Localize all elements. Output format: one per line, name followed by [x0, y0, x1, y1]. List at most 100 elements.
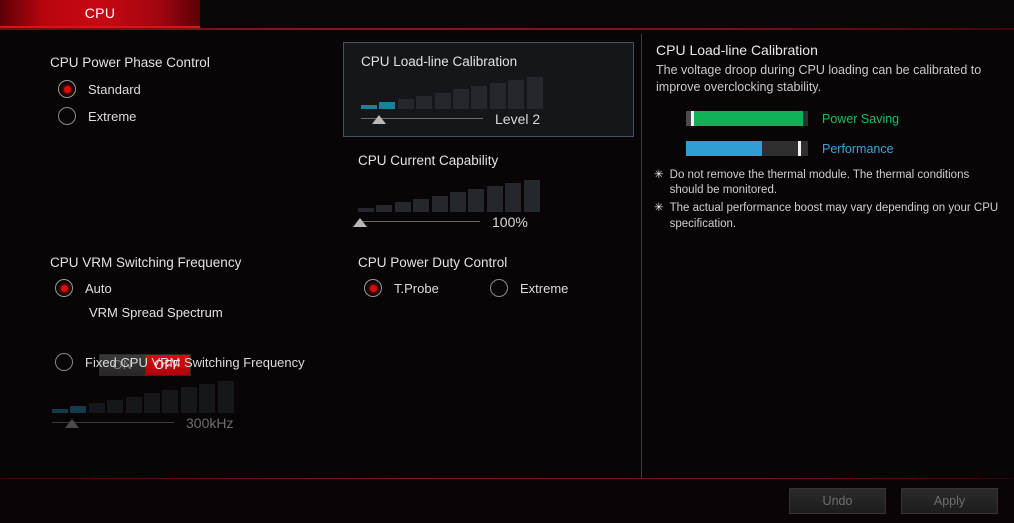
meter-row-performance: Performance [686, 141, 894, 156]
meter-performance-fill [686, 141, 762, 156]
slider-segment [413, 198, 430, 212]
slider-segment [505, 183, 522, 212]
radio-power-phase-standard[interactable]: Standard [58, 80, 141, 98]
radio-standard-label: Standard [88, 81, 141, 97]
radio-standard-indicator [58, 80, 76, 98]
meter-performance [686, 141, 808, 156]
slider-segment [508, 80, 525, 109]
current-capability-thumb[interactable] [353, 218, 368, 227]
slider-segment [431, 195, 448, 212]
slider-segment [468, 189, 485, 212]
slider-segment [450, 192, 466, 212]
load-line-title: CPU Load-line Calibration [361, 54, 518, 69]
spread-spectrum-label: VRM Spread Spectrum [89, 305, 223, 320]
help-note-text: The actual performance boost may vary de… [669, 202, 999, 230]
radio-duty-extreme-indicator [490, 279, 508, 297]
fixed-frequency-slider[interactable]: 300kHz [52, 379, 244, 433]
help-note: ✳ Do not remove the thermal module. The … [654, 168, 1006, 198]
fixed-frequency-track-row: 300kHz [52, 413, 244, 433]
slider-segment [434, 92, 451, 109]
current-capability-title: CPU Current Capability [358, 153, 499, 168]
meter-power-saving-label: Power Saving [822, 111, 900, 126]
slider-segment [397, 98, 414, 109]
slider-segment [70, 405, 87, 413]
fixed-frequency-track[interactable] [52, 414, 174, 432]
slider-segment [471, 86, 488, 109]
help-panel: CPU Load-line Calibration The voltage dr… [642, 30, 1014, 478]
help-notes: ✳ Do not remove the thermal module. The … [654, 168, 1006, 235]
slider-segment [526, 77, 543, 109]
bios-cpu-page: CPU CPU Power Phase Control Standard Ext… [0, 0, 1014, 523]
fixed-frequency-thumb[interactable] [64, 419, 79, 428]
vrm-frequency-title: CPU VRM Switching Frequency [50, 255, 242, 270]
slider-segment [394, 201, 411, 212]
load-line-value: Level 2 [495, 111, 541, 127]
current-capability-value: 100% [492, 214, 528, 230]
help-description: The voltage droop during CPU loading can… [656, 63, 982, 94]
radio-power-phase-extreme[interactable]: Extreme [58, 107, 136, 125]
slider-segment [416, 95, 433, 109]
content-area: CPU Power Phase Control Standard Extreme… [0, 30, 1014, 478]
apply-button[interactable]: Apply [901, 488, 998, 514]
help-note: ✳ The actual performance boost may vary … [654, 201, 1006, 231]
tab-bar: CPU [0, 0, 1014, 30]
apply-button-label: Apply [933, 494, 966, 508]
left-column: CPU Power Phase Control Standard Extreme… [0, 30, 340, 478]
radio-fixed-indicator [55, 353, 73, 371]
load-line-slider[interactable]: Level 2 [361, 75, 553, 129]
slider-segment [376, 204, 393, 212]
tab-cpu[interactable]: CPU [0, 0, 200, 28]
radio-duty-tprobe[interactable]: T.Probe [364, 279, 439, 297]
slider-segment [453, 89, 469, 109]
radio-extreme-indicator [58, 107, 76, 125]
footer-divider [0, 478, 1014, 479]
asterisk-icon: ✳ [654, 169, 664, 181]
meter-performance-label: Performance [822, 141, 894, 156]
slider-segment [199, 384, 216, 413]
radio-vrm-fixed[interactable]: Fixed CPU VRM Switching Frequency [55, 353, 305, 371]
slider-segment [489, 83, 506, 109]
current-capability-bars [358, 178, 550, 212]
slider-segment [125, 396, 142, 413]
radio-auto-label: Auto [85, 280, 112, 296]
meter-performance-marker [798, 141, 802, 156]
fixed-frequency-value: 300kHz [186, 415, 234, 431]
power-phase-title: CPU Power Phase Control [50, 55, 210, 70]
middle-column: CPU Load-line Calibration Level 2 CPU Cu… [340, 30, 640, 478]
slider-segment [88, 402, 105, 413]
slider-segment [144, 393, 160, 413]
load-line-panel[interactable]: CPU Load-line Calibration Level 2 [343, 42, 634, 137]
radio-vrm-auto[interactable]: Auto [55, 279, 112, 297]
current-capability-track-row: 100% [353, 212, 550, 232]
radio-tprobe-indicator [364, 279, 382, 297]
meter-power-saving [686, 111, 808, 126]
slider-segment [486, 186, 503, 212]
slider-segment [523, 180, 540, 212]
meter-power-saving-fill [694, 111, 804, 126]
tab-cpu-label: CPU [84, 5, 116, 21]
radio-tprobe-label: T.Probe [394, 280, 439, 296]
load-line-thumb[interactable] [372, 115, 387, 124]
fixed-frequency-bars [52, 379, 244, 413]
help-title: CPU Load-line Calibration [656, 42, 818, 58]
slider-segment [217, 381, 234, 413]
duty-control-title: CPU Power Duty Control [358, 255, 508, 270]
load-line-bars [361, 75, 553, 109]
radio-auto-indicator [55, 279, 73, 297]
current-capability-track[interactable] [353, 213, 480, 231]
asterisk-icon: ✳ [654, 202, 664, 215]
slider-segment [107, 399, 124, 413]
undo-button-label: Undo [822, 494, 853, 508]
footer-bar: Undo Apply [0, 478, 1014, 523]
current-capability-slider[interactable]: 100% [353, 178, 550, 232]
radio-duty-extreme-label: Extreme [520, 280, 569, 296]
undo-button[interactable]: Undo [789, 488, 886, 514]
load-line-track[interactable] [361, 110, 483, 128]
slider-segment [379, 101, 396, 109]
slider-segment [180, 387, 197, 413]
radio-duty-extreme[interactable]: Extreme [490, 279, 568, 297]
radio-extreme-label: Extreme [88, 108, 137, 124]
load-line-track-row: Level 2 [361, 109, 553, 129]
meter-row-power-saving: Power Saving [686, 111, 899, 126]
meter-power-saving-marker [690, 111, 694, 126]
